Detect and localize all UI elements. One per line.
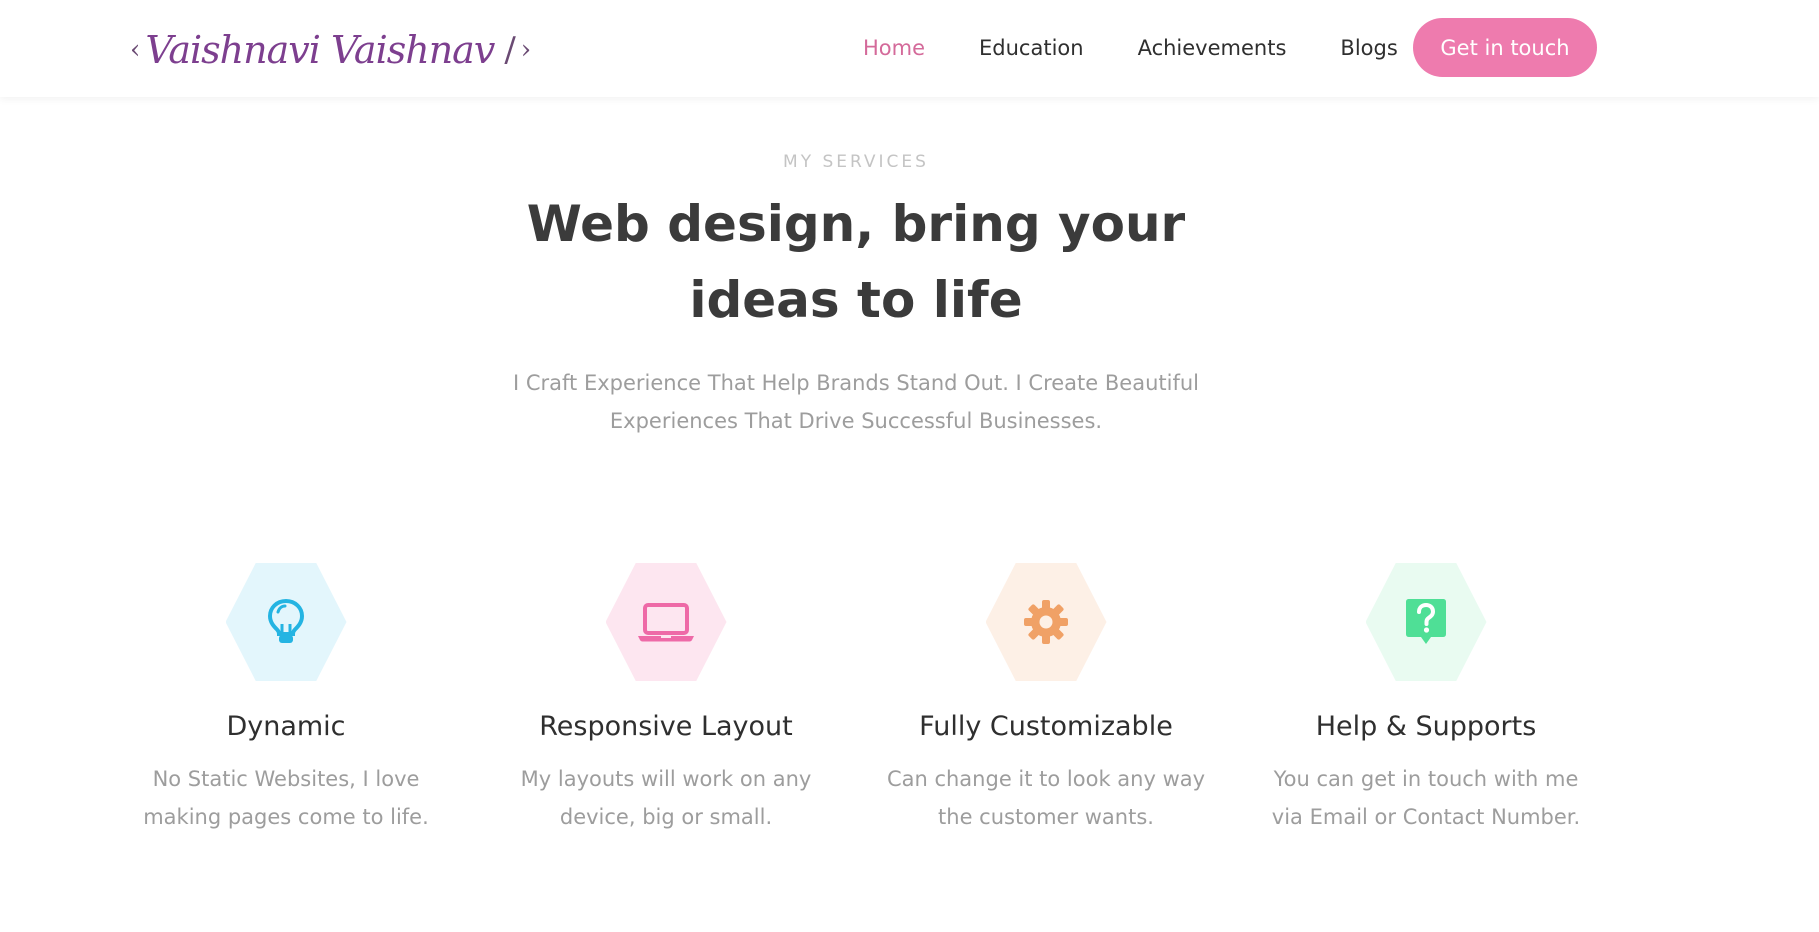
service-description: My layouts will work on any device, big …: [506, 760, 826, 836]
hexagon-badge: [605, 563, 727, 681]
service-card-dynamic: Dynamic No Static Websites, I love makin…: [106, 563, 466, 836]
nav-item-home[interactable]: Home: [863, 36, 925, 60]
service-card-responsive-layout: Responsive Layout My layouts will work o…: [486, 563, 846, 836]
service-desc-line-1: Can change it to look any way: [886, 767, 1206, 791]
gear-icon: [1024, 600, 1068, 644]
service-desc-line-2: the customer wants.: [938, 805, 1154, 829]
title-line-2: ideas to life: [689, 271, 1023, 329]
laptop-icon: [638, 603, 694, 642]
service-title: Fully Customizable: [919, 711, 1173, 742]
service-desc-line-2: via Email or Contact Number.: [1271, 805, 1581, 829]
subtitle-line-1: I Craft Experience That Help Brands Stan…: [513, 371, 1199, 395]
subtitle-line-2: Experiences That Drive Successful Busine…: [609, 409, 1103, 433]
nav-item-achievements[interactable]: Achievements: [1138, 36, 1287, 60]
section-subtitle: I Craft Experience That Help Brands Stan…: [0, 364, 1712, 440]
service-card-fully-customizable: Fully Customizable Can change it to look…: [866, 563, 1226, 836]
hexagon-badge: [1365, 563, 1487, 681]
service-desc-line-1: My layouts will work on any: [520, 767, 812, 791]
service-card-help-supports: Help & Supports You can get in touch wit…: [1246, 563, 1606, 836]
get-in-touch-button[interactable]: Get in touch: [1413, 18, 1597, 77]
service-desc-line-1: No Static Websites, I love: [152, 767, 420, 791]
service-title: Responsive Layout: [539, 711, 793, 742]
title-line-1: Web design, bring your: [526, 195, 1186, 253]
service-description: No Static Websites, I love making pages …: [126, 760, 446, 836]
hexagon-badge: [985, 563, 1107, 681]
brand-logo[interactable]: ‹ Vaishnavi Vaishnav / ›: [130, 22, 531, 78]
service-desc-line-1: You can get in touch with me: [1273, 767, 1579, 791]
service-description: Can change it to look any way the custom…: [886, 760, 1206, 836]
navbar: ‹ Vaishnavi Vaishnav / › Home Education …: [0, 0, 1819, 97]
page-title: Web design, bring your ideas to life: [0, 186, 1712, 338]
brand-right-angle: ›: [520, 35, 531, 65]
brand-slash: /: [504, 30, 516, 70]
nav-item-blogs[interactable]: Blogs: [1340, 36, 1397, 60]
service-description: You can get in touch with me via Email o…: [1266, 760, 1586, 836]
brand-left-angle: ‹: [130, 35, 140, 65]
nav-links: Home Education Achievements Blogs: [863, 18, 1452, 78]
service-desc-line-2: making pages come to life.: [143, 805, 429, 829]
nav-item-education[interactable]: Education: [979, 36, 1084, 60]
brand-name: Vaishnavi Vaishnav: [145, 28, 495, 72]
help-icon: [1406, 599, 1446, 644]
hexagon-badge: [225, 563, 347, 681]
service-desc-line-2: device, big or small.: [559, 805, 773, 829]
service-title: Dynamic: [226, 711, 346, 742]
section-label: MY SERVICES: [783, 152, 929, 172]
service-title: Help & Supports: [1315, 711, 1537, 742]
lightbulb-icon: [267, 598, 305, 643]
